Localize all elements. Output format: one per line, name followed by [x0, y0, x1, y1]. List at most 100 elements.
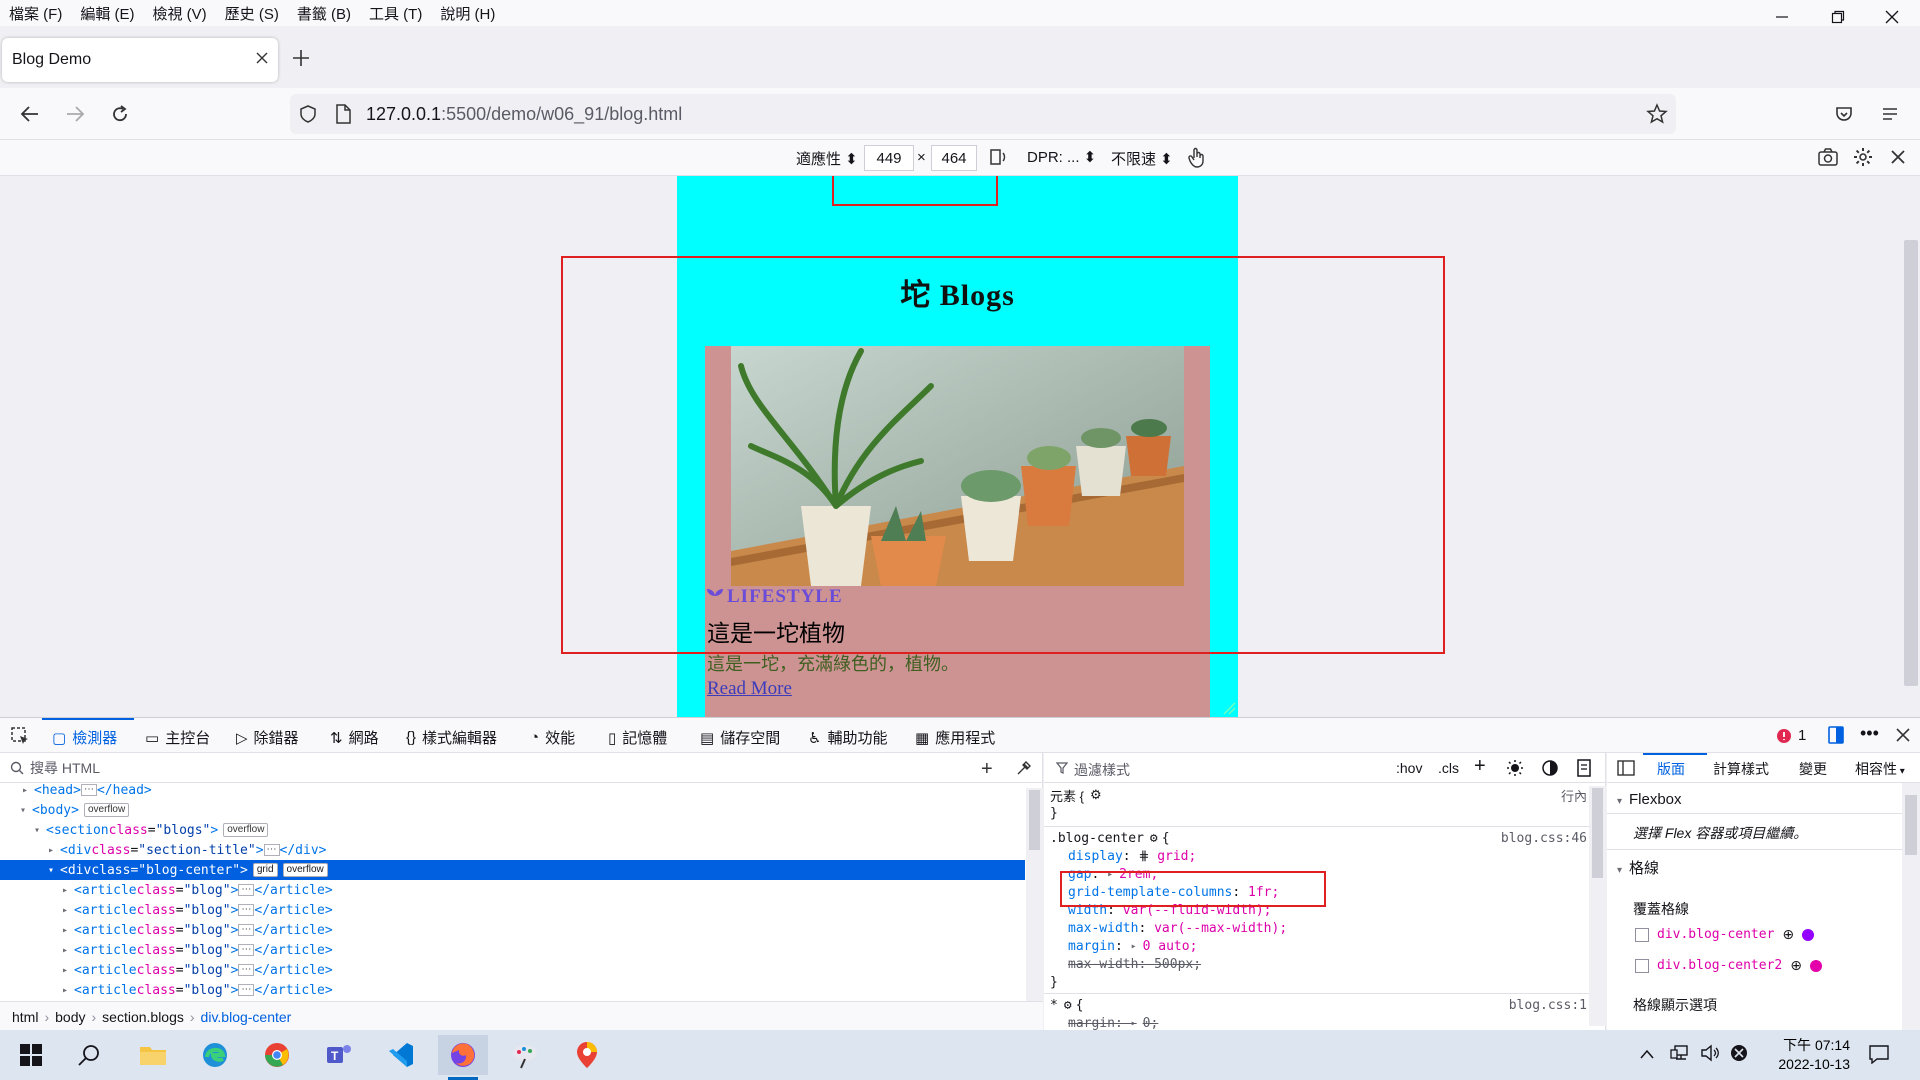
breadcrumb-div[interactable]: div.blog-center	[201, 1009, 292, 1025]
tab-storage[interactable]: ▤ 儲存空間	[700, 727, 780, 748]
tab-network[interactable]: ⇅ 網路	[330, 727, 379, 748]
menu-edit[interactable]: 編輯 (E)	[71, 3, 143, 24]
dock-side-icon[interactable]	[1826, 725, 1846, 745]
html-node-article[interactable]: ▸ <article class = "blog" > ⋯ </article>	[0, 940, 1025, 960]
tab-close-icon[interactable]	[256, 51, 268, 69]
grid-overlay-item[interactable]: div.blog-center2 ⊕	[1635, 957, 1822, 974]
forward-button[interactable]	[59, 98, 91, 130]
read-more-link[interactable]: Read More	[707, 678, 792, 700]
target-icon[interactable]: ⊕	[1782, 926, 1794, 943]
breadcrumb-html[interactable]: html	[12, 1009, 38, 1025]
grid-badge[interactable]: grid	[252, 863, 278, 877]
tab-application[interactable]: ▦ 應用程式	[915, 727, 995, 748]
collapsed-dots[interactable]: ⋯	[238, 944, 255, 956]
overflow-badge[interactable]: overflow	[223, 823, 269, 837]
grid-overlay-checkbox[interactable]	[1635, 958, 1649, 973]
css-prop-max-width[interactable]: max-width: var(--max-width);	[1068, 919, 1287, 937]
pocket-button[interactable]	[1828, 98, 1860, 130]
rule-gear-icon[interactable]: ⚙	[1064, 998, 1072, 1013]
html-node-article[interactable]: ▸ <article class = "blog" > ⋯ </article>	[0, 900, 1025, 920]
reload-button[interactable]	[104, 98, 136, 130]
network-icon[interactable]	[1670, 1044, 1690, 1065]
html-node-article[interactable]: ▸ <article class = "blog" > ⋯ </article>	[0, 980, 1025, 1000]
close-devtools-icon[interactable]	[1896, 728, 1910, 742]
search-button[interactable]	[64, 1035, 114, 1075]
layout-scrollbar[interactable]	[1902, 783, 1920, 1041]
inspector-scrollbar[interactable]	[1026, 788, 1043, 1001]
grid-color-swatch[interactable]	[1802, 928, 1815, 941]
collapsed-dots[interactable]: ⋯	[238, 884, 255, 896]
tab-compatibility[interactable]: 相容性 ▾	[1855, 759, 1905, 779]
settings-gear-icon[interactable]	[1853, 147, 1873, 171]
css-prop-display[interactable]: display: ⋕ grid;	[1068, 847, 1196, 865]
overflow-badge[interactable]: overflow	[83, 803, 130, 817]
breadcrumb-section[interactable]: section.blogs	[102, 1009, 184, 1025]
resize-handle-icon[interactable]	[1222, 701, 1236, 715]
height-input[interactable]: 464	[931, 145, 977, 171]
error-counter[interactable]: 1	[1776, 727, 1806, 744]
rotate-icon[interactable]	[988, 147, 1008, 171]
tab-layout[interactable]: 版面	[1657, 759, 1685, 779]
filter-styles-input[interactable]: 過濾樣式	[1074, 760, 1130, 780]
tab-memory[interactable]: ▯ 記憶體	[608, 727, 667, 748]
grid-overlay-item[interactable]: div.blog-center ⊕	[1635, 926, 1815, 943]
inspector-scrollbar-thumb[interactable]	[1029, 790, 1040, 850]
start-button[interactable]	[6, 1035, 56, 1075]
menu-tools[interactable]: 工具 (T)	[360, 3, 431, 24]
menu-bookmarks[interactable]: 書籤 (B)	[288, 3, 360, 24]
shield-icon[interactable]	[298, 104, 318, 127]
chevron-up-icon[interactable]	[1640, 1046, 1654, 1062]
tab-debugger[interactable]: ▷ 除錯器	[236, 727, 299, 748]
throttle-selector[interactable]: 不限速 ⬍	[1111, 148, 1173, 169]
back-button[interactable]	[14, 98, 46, 130]
element-gear-icon[interactable]: ⚙	[1090, 787, 1102, 803]
print-media-icon[interactable]	[1576, 759, 1592, 780]
menu-history[interactable]: 歷史 (S)	[216, 3, 288, 24]
element-picker-icon[interactable]	[10, 726, 30, 746]
add-rule-icon[interactable]: +	[1474, 755, 1486, 778]
file-explorer-icon[interactable]	[128, 1035, 178, 1075]
rule-source-link[interactable]: blog.css:46	[1501, 829, 1587, 847]
tab-performance[interactable]: ◔ 效能	[530, 727, 575, 748]
new-tab-button[interactable]	[292, 48, 310, 72]
grid-color-swatch[interactable]	[1809, 959, 1822, 972]
star-rule-source-link[interactable]: blog.css:1	[1509, 996, 1587, 1014]
overflow-badge[interactable]: overflow	[282, 863, 328, 877]
dpr-selector[interactable]: DPR: ... ⬍	[1027, 148, 1096, 166]
collapsed-dots[interactable]: ⋯	[238, 984, 255, 996]
tab-console[interactable]: ▭ 主控台	[145, 727, 210, 748]
css-prop-margin[interactable]: margin: ▸ 0 auto;	[1068, 937, 1197, 955]
chrome-icon[interactable]	[252, 1035, 302, 1075]
bookmark-star-icon[interactable]	[1646, 103, 1668, 128]
volume-icon[interactable]	[1700, 1044, 1720, 1065]
grid-section-header[interactable]: ▾ 格線	[1617, 857, 1659, 878]
device-selector[interactable]: 適應性 ⬍	[796, 148, 858, 169]
star-rule-selector[interactable]: * ⚙{	[1050, 996, 1083, 1014]
collapsed-dots[interactable]: ⋯	[80, 784, 97, 796]
collapsed-dots[interactable]: ⋯	[263, 844, 280, 856]
collapsed-dots[interactable]: ⋯	[238, 904, 255, 916]
scrollbar-thumb[interactable]	[1904, 240, 1918, 686]
toggle-sidebar-icon[interactable]	[1617, 759, 1635, 780]
touch-simulation-icon[interactable]	[1186, 146, 1206, 172]
maps-pin-icon[interactable]	[562, 1035, 612, 1075]
tab-inspector[interactable]: ▢ 檢測器	[52, 727, 117, 748]
tab-accessibility[interactable]: ♿ 輔助功能	[808, 727, 887, 748]
eyedropper-icon[interactable]	[1016, 760, 1032, 779]
taskbar-clock[interactable]: 下午 07:14 2022-10-13	[1778, 1036, 1850, 1074]
tab-style-editor[interactable]: {} 樣式編輯器	[406, 727, 497, 748]
html-search-input[interactable]: 搜尋 HTML +	[0, 753, 1042, 783]
html-node-blog-center[interactable]: ▾ <div class = "blog-center" > grid overflow	[0, 860, 1025, 880]
html-node-article[interactable]: ▸ <article class = "blog" > ⋯ </article>	[0, 920, 1025, 940]
rules-scrollbar[interactable]	[1589, 786, 1606, 1026]
flexbox-section-header[interactable]: ▾ Flexbox	[1617, 791, 1682, 808]
menu-help[interactable]: 說明 (H)	[431, 3, 504, 24]
paint-icon[interactable]	[500, 1035, 550, 1075]
url-text[interactable]: 127.0.0.1:5500/demo/w06_91/blog.html	[366, 104, 682, 125]
collapsed-dots[interactable]: ⋯	[238, 924, 255, 936]
menu-file[interactable]: 檔案 (F)	[0, 3, 71, 24]
add-node-icon[interactable]: +	[981, 758, 993, 781]
width-input[interactable]: 449	[864, 145, 914, 171]
screenshot-icon[interactable]	[1817, 147, 1839, 171]
vscode-icon[interactable]	[376, 1035, 426, 1075]
